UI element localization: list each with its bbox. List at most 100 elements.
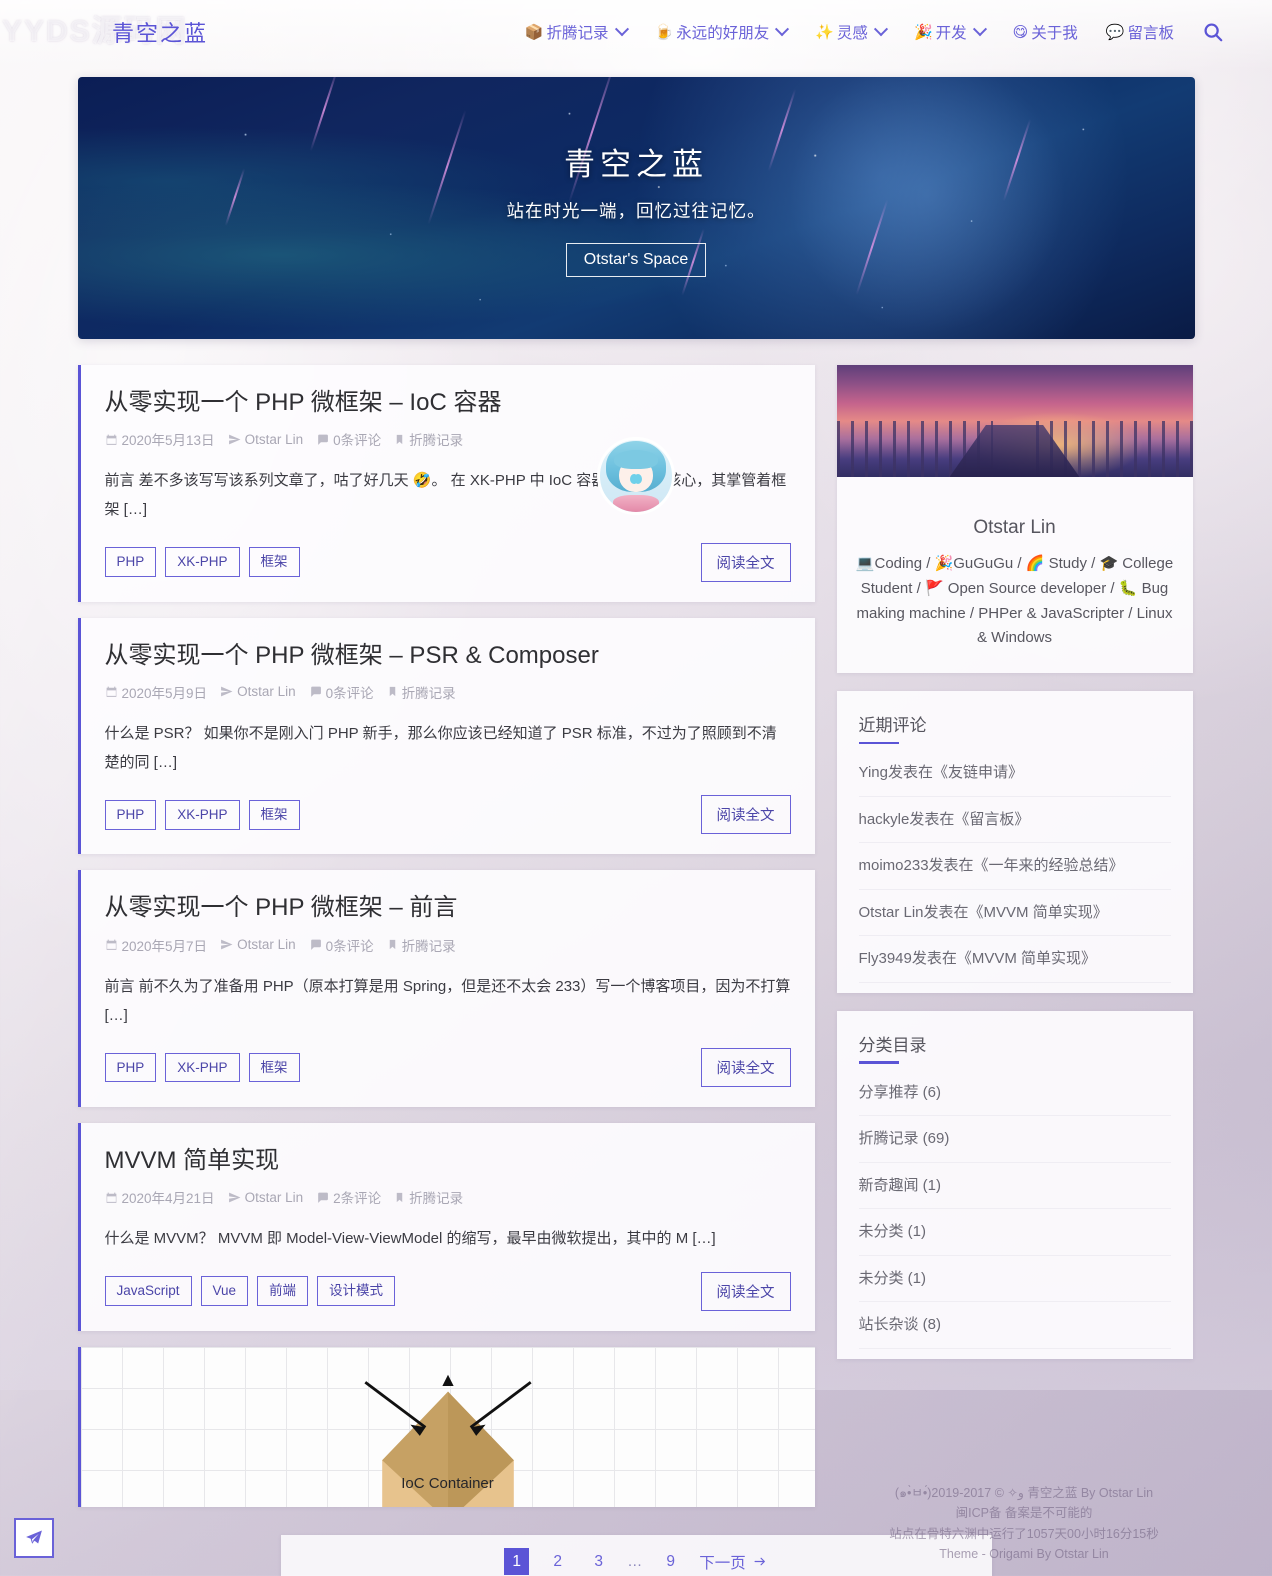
package-icon: 📦 [524, 23, 544, 41]
list-item[interactable]: moimo233发表在《一年来的经验总结》 [858, 843, 1171, 890]
chevron-down-icon [873, 22, 889, 37]
read-more-button[interactable]: 阅读全文 [700, 542, 791, 582]
post-footer: PHP XK-PHP 框架 阅读全文 [104, 795, 791, 835]
categories-list: 分享推荐 (6) 折腾记录 (69) 新奇趣闻 (1) 未分类 (1) 未分类 … [858, 1070, 1171, 1349]
hero-subtitle: 站在时光一端，回忆过往记忆。 [506, 201, 766, 221]
site-header: 青空之蓝 📦 折腾记录 🍺 永远的好朋友 ✨ 灵感 🎉 开发 😋 关于我 💬 留… [0, 0, 1272, 64]
nav-item-guestbook[interactable]: 💬 留言板 [1106, 21, 1174, 43]
bookmark-icon [396, 434, 403, 444]
list-item[interactable]: 站长杂谈 (8) [858, 1302, 1171, 1349]
post-title[interactable]: 从零实现一个 PHP 微框架 – PSR & Composer [105, 640, 791, 671]
read-more-button[interactable]: 阅读全文 [700, 1048, 791, 1088]
post-category-text: 折腾记录 [409, 433, 464, 449]
search-button[interactable] [1202, 21, 1224, 43]
comment-icon [318, 1192, 329, 1203]
post-tag[interactable]: 前端 [257, 1276, 309, 1306]
post-tags: PHP XK-PHP 框架 [104, 1052, 300, 1083]
chevron-down-icon [775, 22, 790, 37]
post-date: 2020年5月13日 [105, 429, 215, 449]
nav-label: 留言板 [1127, 25, 1174, 42]
post-comments: 0条评论 [309, 682, 374, 702]
list-item[interactable]: Ying发表在《友链申请》 [858, 750, 1171, 797]
beer-icon: 🍺 [654, 23, 674, 41]
list-item[interactable]: Otstar Lin发表在《MVVM 简单实现》 [858, 890, 1171, 936]
post-date-text: 2020年4月21日 [121, 1191, 215, 1207]
main-navigation: 📦 折腾记录 🍺 永远的好朋友 ✨ 灵感 🎉 开发 😋 关于我 💬 留言板 [525, 21, 1246, 43]
calendar-icon [106, 687, 116, 698]
next-page-label: 下一页 [699, 1554, 746, 1572]
post-comments-text: 2条评论 [333, 1191, 382, 1207]
post-title[interactable]: MVVM 简单实现 [105, 1145, 791, 1176]
list-item[interactable]: hackyle发表在《留言板》 [858, 797, 1171, 843]
post-author: Otstar Lin [220, 684, 296, 699]
page-1-button[interactable]: 1 [504, 1548, 530, 1575]
post-tag[interactable]: 框架 [248, 1052, 300, 1083]
page-2-button[interactable]: 2 [545, 1548, 570, 1575]
nav-item-development[interactable]: 🎉 开发 [913, 21, 987, 43]
page-3-button[interactable]: 3 [586, 1548, 611, 1575]
nav-label: 折腾记录 [546, 25, 609, 42]
post-tag[interactable]: Vue [200, 1276, 249, 1306]
post-comments-text: 0条评论 [333, 433, 382, 449]
nav-item-inspiration[interactable]: ✨ 灵感 [815, 21, 889, 43]
post-meta: 2020年5月13日 Otstar Lin 0条评论 折腾记录 [105, 429, 791, 449]
post-category: 折腾记录 [387, 682, 456, 702]
footer-icp: 闽ICP备 备案是不可能的 [955, 1506, 1093, 1521]
footer-copyright: (๑•̀ㅂ•́)و✧ © 2017-2019 青空之蓝 By Otstar Li… [894, 1486, 1154, 1500]
post-category-text: 折腾记录 [409, 1191, 464, 1207]
avatar[interactable] [597, 437, 675, 515]
next-page-button[interactable]: 下一页 [699, 1551, 768, 1573]
post-comments-text: 0条评论 [325, 685, 374, 701]
post-card: 从零实现一个 PHP 微框架 – IoC 容器 2020年5月13日 Otsta… [77, 365, 815, 602]
post-comments: 2条评论 [316, 1187, 381, 1207]
list-item[interactable]: 新奇趣闻 (1) [858, 1163, 1171, 1209]
post-footer: PHP XK-PHP 框架 阅读全文 [104, 542, 791, 582]
page-last-button[interactable]: 9 [658, 1548, 683, 1575]
telegram-float-button[interactable] [14, 1518, 54, 1558]
post-tag[interactable]: 设计模式 [317, 1276, 396, 1306]
post-date: 2020年4月21日 [105, 1187, 215, 1207]
profile-description: 💻Coding / 🎉GuGuGu / 🌈 Study / 🎓 College … [855, 555, 1174, 647]
widget-title: 近期评论 [858, 711, 1171, 744]
list-item[interactable]: 分享推荐 (6) [858, 1070, 1171, 1116]
post-tag[interactable]: 框架 [248, 800, 300, 830]
bookmark-icon [389, 939, 395, 950]
post-card: 从零实现一个 PHP 微框架 – 前言 2020年5月7日 Otstar Lin… [77, 870, 815, 1108]
nav-item-about[interactable]: 😋 关于我 [1013, 21, 1078, 43]
party-popper-icon: 🎉 [913, 23, 933, 41]
post-tag[interactable]: XK-PHP [165, 800, 240, 830]
post-tags: PHP XK-PHP 框架 [104, 800, 300, 830]
post-title[interactable]: 从零实现一个 PHP 微框架 – IoC 容器 [105, 387, 791, 418]
list-item[interactable]: 未分类 (1) [858, 1256, 1171, 1302]
read-more-button[interactable]: 阅读全文 [700, 1271, 791, 1311]
post-category-text: 折腾记录 [401, 938, 456, 954]
post-tag[interactable]: JavaScript [104, 1276, 192, 1306]
paper-plane-icon [228, 434, 241, 445]
comment-icon [318, 434, 329, 445]
search-icon [1204, 23, 1223, 42]
post-tag[interactable]: PHP [104, 1052, 157, 1083]
site-title[interactable]: 青空之蓝 [112, 16, 208, 48]
post-tag[interactable]: 框架 [248, 547, 300, 577]
post-tag[interactable]: PHP [104, 800, 157, 830]
post-tag[interactable]: PHP [104, 547, 157, 577]
nav-label: 关于我 [1031, 25, 1078, 42]
nav-item-zhengteng[interactable]: 📦 折腾记录 [524, 21, 629, 43]
profile-name: Otstar Lin [973, 517, 1056, 538]
nav-item-friends[interactable]: 🍺 永远的好朋友 [654, 21, 790, 43]
post-tag[interactable]: XK-PHP [165, 1052, 240, 1083]
post-title[interactable]: 从零实现一个 PHP 微框架 – 前言 [105, 892, 791, 923]
list-item[interactable]: Fly3949发表在《MVVM 简单实现》 [858, 936, 1171, 983]
hero-cta-button[interactable]: Otstar's Space [565, 243, 707, 277]
sidebar: Otstar Lin 💻Coding / 🎉GuGuGu / 🌈 Study /… [597, 365, 1193, 1377]
paper-plane-icon [26, 1530, 42, 1544]
face-savoring-icon: 😋 [1012, 23, 1029, 41]
chevron-down-icon [972, 22, 987, 37]
list-item[interactable]: 未分类 (1) [858, 1209, 1171, 1256]
recent-comments-list: Ying发表在《友链申请》 hackyle发表在《留言板》 moimo233发表… [858, 750, 1171, 983]
read-more-button[interactable]: 阅读全文 [700, 795, 791, 835]
post-tag[interactable]: XK-PHP [165, 547, 240, 577]
avatar-eye-right [633, 473, 642, 484]
post-excerpt: 什么是 MVVM？ MVVM 即 Model-View-ViewModel 的缩… [104, 1230, 716, 1248]
list-item[interactable]: 折腾记录 (69) [858, 1116, 1171, 1163]
